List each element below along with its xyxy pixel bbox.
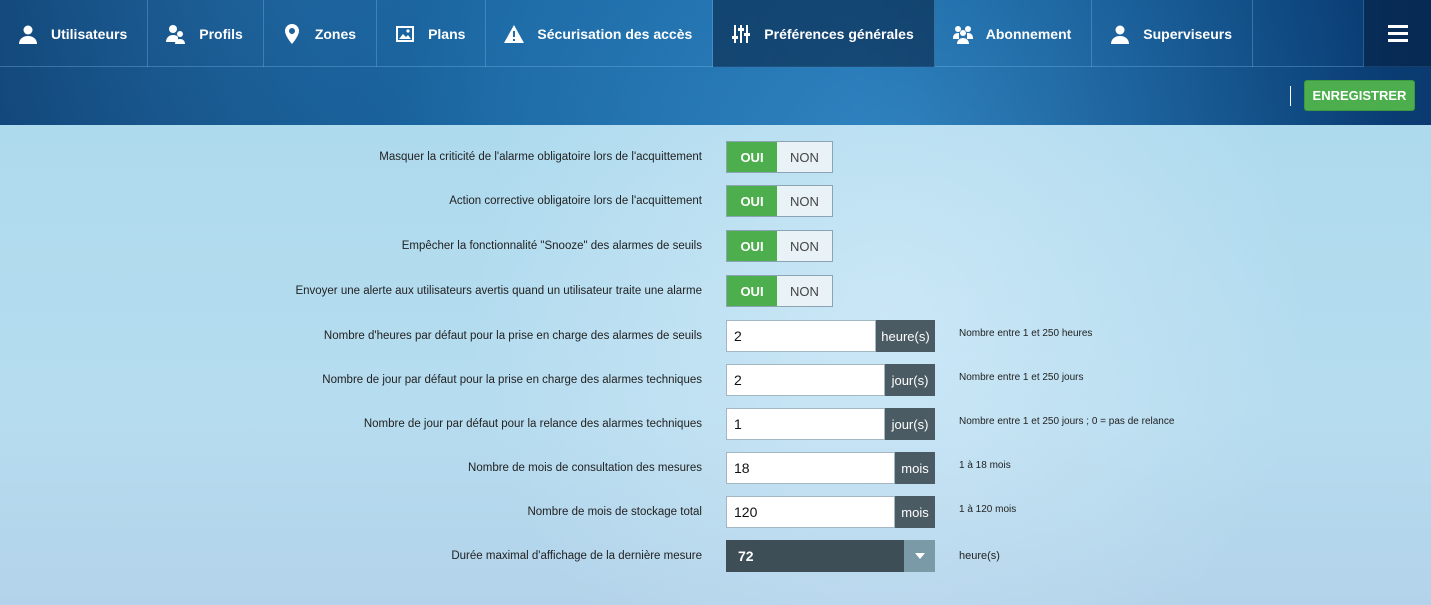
yes-no-toggle[interactable]: OUI NON xyxy=(726,230,833,262)
nav-plans[interactable]: Plans xyxy=(377,0,487,67)
number-field-group: 120 mois xyxy=(726,496,935,528)
sliders-icon xyxy=(730,23,752,45)
nav-label: Superviseurs xyxy=(1143,25,1233,42)
nav-superviseurs[interactable]: Superviseurs xyxy=(1092,0,1254,67)
chevron-down-icon[interactable] xyxy=(904,540,935,572)
nav-label: Abonnement xyxy=(985,25,1072,42)
setting-label: Envoyer une alerte aux utilisateurs aver… xyxy=(295,285,702,297)
profiles-icon xyxy=(165,23,187,45)
toggle-no[interactable]: NON xyxy=(777,142,832,172)
nav-label: Préférences générales xyxy=(764,25,914,42)
main-nav: Utilisateurs Profils Zones Plans Sécuris… xyxy=(0,0,1431,67)
nav-zones[interactable]: Zones xyxy=(264,0,378,67)
number-field-group: 1 jour(s) xyxy=(726,408,935,440)
field-row-jours-techniques: Nombre de jour par défaut pour la prise … xyxy=(0,364,1431,396)
hamburger-icon[interactable] xyxy=(1363,0,1431,67)
days-input[interactable]: 1 xyxy=(726,408,885,440)
duration-select[interactable]: 72 xyxy=(726,540,935,572)
supervisor-icon xyxy=(1109,23,1131,45)
nav-profils[interactable]: Profils xyxy=(148,0,264,67)
field-hint: Nombre entre 1 et 250 jours ; 0 = pas de… xyxy=(959,416,1175,427)
toggle-no[interactable]: NON xyxy=(777,186,832,216)
toggle-row-snooze: Empêcher la fonctionnalité "Snooze" des … xyxy=(0,230,1431,262)
toggle-yes[interactable]: OUI xyxy=(727,231,777,261)
months-input[interactable]: 18 xyxy=(726,452,895,484)
select-value: 72 xyxy=(738,548,754,564)
unit-addon: mois xyxy=(895,496,935,528)
unit-addon: jour(s) xyxy=(885,364,935,396)
nav-preferences[interactable]: Préférences générales xyxy=(713,0,935,67)
number-field-group: 18 mois xyxy=(726,452,935,484)
setting-label: Nombre d'heures par défaut pour la prise… xyxy=(323,330,702,342)
toggle-yes[interactable]: OUI xyxy=(727,186,777,216)
field-row-mois-consultation: Nombre de mois de consultation des mesur… xyxy=(0,452,1431,484)
number-field-group: 2 jour(s) xyxy=(726,364,935,396)
field-hint: Nombre entre 1 et 250 jours xyxy=(959,372,1084,383)
field-row-heures-seuils: Nombre d'heures par défaut pour la prise… xyxy=(0,320,1431,352)
header-banner: Utilisateurs Profils Zones Plans Sécuris… xyxy=(0,0,1431,125)
unit-addon: mois xyxy=(895,452,935,484)
setting-label: Action corrective obligatoire lors de l'… xyxy=(449,195,702,207)
nav-label: Utilisateurs xyxy=(51,25,128,42)
yes-no-toggle[interactable]: OUI NON xyxy=(726,141,833,173)
toggle-no[interactable]: NON xyxy=(777,276,832,306)
save-button[interactable]: ENREGISTRER xyxy=(1304,80,1415,111)
unit-addon: heure(s) xyxy=(876,320,935,352)
nav-label: Zones xyxy=(314,25,357,42)
toggle-no[interactable]: NON xyxy=(777,231,832,261)
user-icon xyxy=(17,23,39,45)
yes-no-toggle[interactable]: OUI NON xyxy=(726,185,833,217)
yes-no-toggle[interactable]: OUI NON xyxy=(726,275,833,307)
field-hint: Nombre entre 1 et 250 heures xyxy=(959,328,1093,339)
select-unit: heure(s) xyxy=(959,550,1000,562)
toolbar-divider xyxy=(1290,86,1291,106)
nav-utilisateurs[interactable]: Utilisateurs xyxy=(0,0,149,67)
warning-icon xyxy=(503,23,525,45)
field-hint: 1 à 120 mois xyxy=(959,504,1017,515)
field-hint: 1 à 18 mois xyxy=(959,460,1011,471)
select-row-duree-affichage: Durée maximal d'affichage de la dernière… xyxy=(0,540,1431,572)
setting-label: Empêcher la fonctionnalité "Snooze" des … xyxy=(401,240,702,252)
toggle-yes[interactable]: OUI xyxy=(727,276,777,306)
toggle-row-envoyer-alerte: Envoyer une alerte aux utilisateurs aver… xyxy=(0,275,1431,307)
months-input[interactable]: 120 xyxy=(726,496,895,528)
image-icon xyxy=(394,23,416,45)
setting-label: Nombre de mois de stockage total xyxy=(527,506,702,518)
nav-label: Sécurisation des accès xyxy=(537,25,693,42)
map-pin-icon xyxy=(281,23,303,45)
settings-panel: Masquer la criticité de l'alarme obligat… xyxy=(0,125,1431,605)
setting-label: Nombre de mois de consultation des mesur… xyxy=(468,462,702,474)
nav-label: Plans xyxy=(428,25,466,42)
setting-label: Durée maximal d'affichage de la dernière… xyxy=(451,550,702,562)
setting-label: Nombre de jour par défaut pour la prise … xyxy=(322,374,702,386)
toggle-row-action-corrective: Action corrective obligatoire lors de l'… xyxy=(0,185,1431,217)
hours-input[interactable]: 2 xyxy=(726,320,876,352)
toggle-row-masquer-criticite: Masquer la criticité de l'alarme obligat… xyxy=(0,141,1431,173)
toggle-yes[interactable]: OUI xyxy=(727,142,777,172)
days-input[interactable]: 2 xyxy=(726,364,885,396)
unit-addon: jour(s) xyxy=(885,408,935,440)
nav-abonnement[interactable]: Abonnement xyxy=(935,0,1093,67)
nav-securisation[interactable]: Sécurisation des accès xyxy=(486,0,714,67)
field-row-jours-relance: Nombre de jour par défaut pour la relanc… xyxy=(0,408,1431,440)
nav-label: Profils xyxy=(199,25,243,42)
number-field-group: 2 heure(s) xyxy=(726,320,935,352)
setting-label: Masquer la criticité de l'alarme obligat… xyxy=(379,151,702,163)
field-row-mois-stockage: Nombre de mois de stockage total 120 moi… xyxy=(0,496,1431,528)
group-icon xyxy=(952,23,974,45)
setting-label: Nombre de jour par défaut pour la relanc… xyxy=(363,418,702,430)
